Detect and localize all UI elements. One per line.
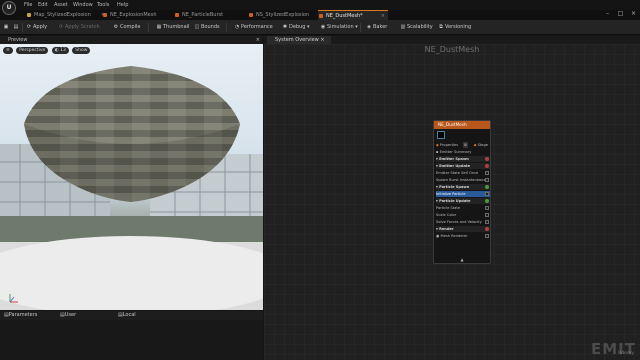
niagara-emitter-icon [319, 14, 323, 18]
close-icon[interactable]: × [381, 11, 385, 20]
niagara-emitter-icon [103, 13, 107, 17]
performance-button[interactable]: ◔ Performance [234, 23, 273, 32]
apply-icon: ⟳ [26, 24, 32, 30]
viewport-overlay: ≡ Perspective ◐ 13 Show [3, 47, 92, 54]
checkbox[interactable] [485, 178, 489, 182]
initialize-particle-row[interactable]: Initialize Particle [436, 191, 490, 197]
debug-button[interactable]: ✱ Debug ▾ [282, 23, 310, 32]
graph-tab-bar: System Overview × [264, 36, 640, 44]
checkbox[interactable] [485, 171, 489, 175]
checkbox[interactable] [485, 213, 489, 217]
compile-button[interactable]: ⚙ Compile [113, 23, 141, 32]
viewport-menu-button[interactable]: ≡ [3, 47, 13, 54]
particle-state-row[interactable]: Particle State [436, 205, 490, 211]
debug-icon: ✱ [282, 24, 288, 30]
scale-color-row[interactable]: Scale Color [436, 212, 490, 218]
apply-scratch-button[interactable]: ⟳ Apply Scratch [58, 23, 100, 32]
viewport-scene [0, 66, 263, 310]
spawn-burst-row[interactable]: Spawn Burst Instantaneous [436, 177, 490, 183]
document-tab-bar: Map_StylizedExplosion × NE_ExplosionMesh… [0, 10, 640, 20]
checkbox[interactable] [485, 234, 489, 238]
baker-button[interactable]: ◈ Baker [366, 23, 387, 32]
tab-local-modules[interactable]: ▤ Local Modules [118, 311, 144, 327]
emitter-spawn-section[interactable]: ▾ Emitter Spawn [436, 156, 490, 162]
particle-update-section[interactable]: ▾ Particle Update [436, 198, 490, 204]
menu-file[interactable]: File [24, 2, 32, 8]
emitter-node-title: NE_DustMesh [434, 121, 490, 129]
particle-spawn-section[interactable]: ▾ Particle Spawn [436, 184, 490, 190]
thumbnail-icon: ▦ [156, 24, 162, 30]
performance-icon: ◔ [234, 24, 240, 30]
apply-scratch-icon: ⟳ [58, 24, 64, 30]
tab-ne-dust-mesh[interactable]: NE_DustMesh* × [318, 10, 388, 20]
tab-ne-explosion-mesh[interactable]: NE_ExplosionMesh [102, 10, 172, 20]
checkbox[interactable] [485, 220, 489, 224]
scalability-icon: ▥ [400, 24, 406, 30]
simulation-icon: ◉ [320, 24, 326, 30]
emitter-state-row[interactable]: Emitter State Self Once [436, 170, 490, 176]
browse-icon[interactable]: ▤ [13, 23, 20, 32]
maximize-icon[interactable]: □ [614, 10, 627, 17]
menu-bar: U File Edit Asset Window Tools Help [0, 0, 640, 15]
checkbox[interactable] [485, 192, 489, 196]
properties-row[interactable]: ◆ Properties ⊞ ◆ Stage [436, 142, 490, 148]
tab-ne-particle-burst[interactable]: NE_ParticleBurst [174, 10, 246, 20]
render-section[interactable]: ▾ Render [436, 226, 490, 232]
preview-title: Preview [8, 37, 28, 43]
compile-icon: ⚙ [113, 24, 119, 30]
emitter-summary-row[interactable]: ▪ Emitter Summary [436, 149, 490, 155]
menu-help[interactable]: Help [117, 2, 128, 8]
toolbar: ▣ ▤ ⟳ Apply ⟳ Apply Scratch ⚙ Compile ▦ Thum… [0, 20, 640, 35]
save-icon[interactable]: ▣ [3, 23, 10, 32]
tab-system-overview[interactable]: System Overview × [267, 36, 331, 44]
show-button[interactable]: Show [72, 47, 91, 54]
tab-user-parameters[interactable]: ▤ User Parameters [60, 311, 93, 327]
window-controls: – □ × [601, 10, 640, 20]
apply-button[interactable]: ⟳ Apply [26, 23, 47, 32]
niagara-emitter-icon [175, 13, 179, 17]
tab-map-stylized-explosion[interactable]: Map_StylizedExplosion × [26, 10, 108, 20]
level-icon [27, 13, 31, 17]
udemy-watermark: Udemy [618, 351, 634, 356]
menu-tools[interactable]: Tools [97, 2, 109, 8]
bounds-icon: ◫ [194, 24, 200, 30]
niagara-system-icon [249, 13, 253, 17]
menu-edit[interactable]: Edit [38, 2, 48, 8]
close-icon[interactable]: × [256, 36, 260, 44]
scalability-button[interactable]: ▥ Scalability [400, 23, 433, 32]
preview-panel-header: Preview × [0, 36, 263, 44]
close-window-icon[interactable]: × [627, 10, 640, 17]
baker-icon: ◈ [367, 24, 371, 30]
tab-ns-stylized-explosion[interactable]: NS_StylizedExplosion [248, 10, 316, 20]
emitter-update-section[interactable]: ▾ Emitter Update [436, 163, 490, 169]
emitter-thumbnail [437, 131, 445, 139]
menu-window[interactable]: Window [73, 2, 93, 8]
mesh-renderer-row[interactable]: ▣ Mesh Renderer [436, 233, 490, 239]
perspective-button[interactable]: Perspective [16, 47, 49, 54]
thumbnail-button[interactable]: ▦ Thumbnail [156, 23, 190, 32]
bottom-left-tab-bar: ▤ Parameters ▤ User Parameters ▤ Local M… [0, 311, 263, 327]
solve-forces-row[interactable]: Solve Forces and Velocity [436, 219, 490, 225]
simulation-button[interactable]: ◉ Simulation ▾ [320, 23, 358, 32]
graph-title: NE_DustMesh [424, 45, 480, 54]
tab-parameters[interactable]: ▤ Parameters [4, 311, 37, 320]
checkbox[interactable] [485, 206, 489, 210]
collapse-icon[interactable]: ▲ [434, 257, 490, 263]
system-overview-graph[interactable]: NE_DustMesh NE_DustMesh ◆ Properties ⊞ ◆… [264, 44, 640, 360]
unreal-logo-icon[interactable]: U [2, 1, 16, 15]
preview-viewport[interactable]: ≡ Perspective ◐ 13 Show [0, 44, 263, 310]
emitter-node[interactable]: NE_DustMesh ◆ Properties ⊞ ◆ Stage ▪ Emi… [433, 120, 491, 264]
minimize-icon[interactable]: – [601, 10, 614, 17]
lit-button[interactable]: ◐ 13 [51, 47, 69, 54]
versioning-button[interactable]: ⧉ Versioning [438, 23, 471, 32]
versioning-icon: ⧉ [439, 24, 443, 30]
parameters-panel [0, 320, 263, 360]
menu-asset[interactable]: Asset [54, 2, 68, 8]
bounds-button[interactable]: ◫ Bounds [194, 23, 220, 32]
